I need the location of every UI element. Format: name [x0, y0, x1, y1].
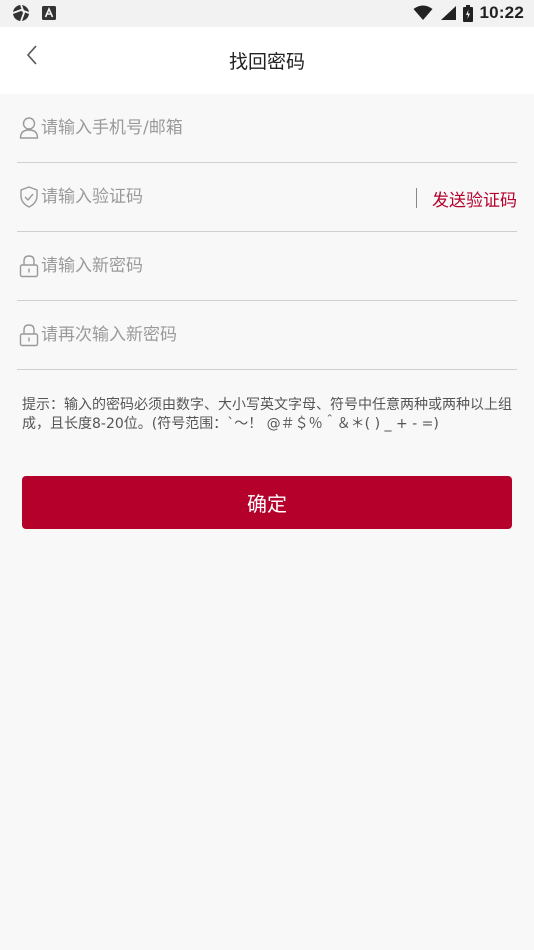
password-hint: 提示：输入的密码必须由数字、大小写英文字母、符号中任意两种或两种以上组成，且长度…	[22, 397, 512, 432]
signal-icon	[440, 6, 456, 20]
screen: 10:22 找回密码 发送验证码	[0, 0, 534, 950]
account-row	[17, 94, 517, 163]
new-password-input[interactable]	[41, 248, 401, 284]
status-time: 10:22	[479, 3, 524, 22]
code-row: 发送验证码	[17, 163, 517, 232]
battery-icon	[462, 4, 473, 22]
send-code-divider	[416, 188, 417, 208]
aperture-icon	[12, 4, 30, 22]
a-badge-icon	[42, 6, 56, 20]
verification-code-input[interactable]	[41, 179, 401, 215]
lock-icon	[19, 255, 39, 278]
confirm-password-input[interactable]	[41, 317, 401, 353]
status-right-icons: 10:22	[413, 3, 524, 23]
wifi-icon	[413, 5, 433, 20]
lock-icon	[19, 324, 39, 347]
shield-check-icon	[20, 186, 38, 208]
confirm-password-row	[17, 301, 517, 370]
new-password-row	[17, 232, 517, 301]
status-left-icons	[12, 4, 56, 22]
status-bar: 10:22	[0, 0, 534, 27]
account-input[interactable]	[41, 110, 401, 146]
page-title: 找回密码	[228, 51, 305, 73]
reset-password-form: 发送验证码	[0, 94, 534, 370]
send-code-button[interactable]: 发送验证码	[432, 186, 517, 211]
confirm-button[interactable]: 确定	[22, 476, 512, 529]
app-header: 找回密码	[0, 27, 534, 94]
user-icon	[19, 117, 39, 139]
